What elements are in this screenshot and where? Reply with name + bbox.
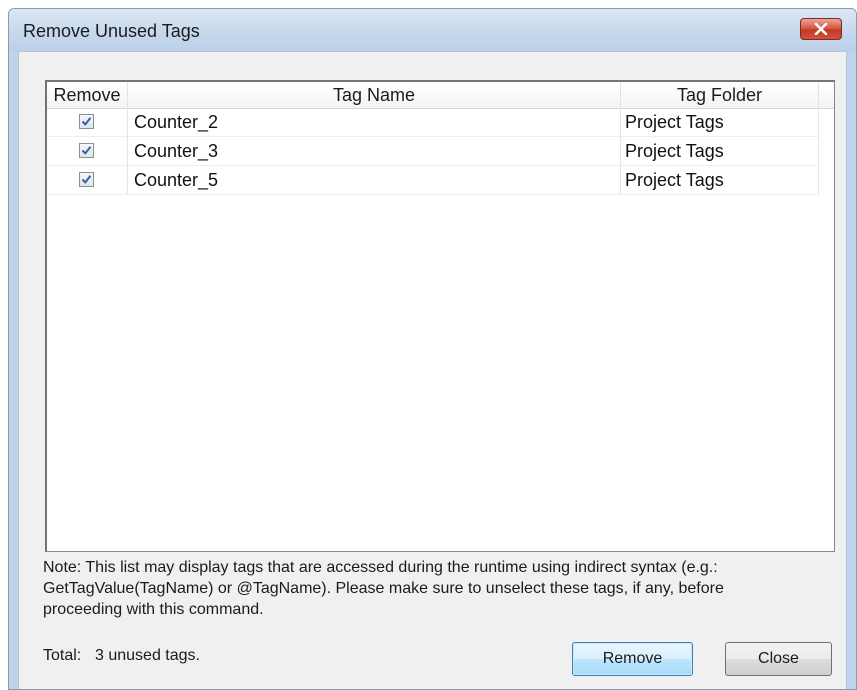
note-text: Note: This list may display tags that ar… [43, 557, 833, 620]
remove-cell [47, 108, 128, 137]
list-header: Remove Tag Name Tag Folder [47, 82, 834, 109]
total-value: 3 unused tags. [95, 647, 200, 664]
tag-folder-cell: Project Tags [621, 166, 819, 195]
table-row[interactable]: Counter_3 Project Tags [47, 137, 819, 166]
remove-button[interactable]: Remove [572, 642, 693, 676]
tag-name-cell: Counter_5 [128, 166, 621, 195]
remove-checkbox[interactable] [79, 114, 94, 129]
tag-folder-cell: Project Tags [621, 137, 819, 166]
note-line: proceeding with this command. [43, 601, 264, 618]
column-header-tag-folder[interactable]: Tag Folder [621, 82, 819, 108]
checkmark-icon [81, 146, 92, 155]
table-row[interactable]: Counter_2 Project Tags [47, 108, 819, 137]
total-label: Total: [43, 647, 82, 664]
unused-tags-list[interactable]: Remove Tag Name Tag Folder Counter_2 Pro… [45, 80, 835, 552]
table-row[interactable]: Counter_5 Project Tags [47, 166, 819, 195]
column-header-tag-name[interactable]: Tag Name [128, 82, 621, 108]
checkmark-icon [81, 175, 92, 184]
tag-folder-cell: Project Tags [621, 108, 819, 137]
close-button[interactable]: Close [725, 642, 832, 676]
dialog-body: Remove Tag Name Tag Folder Counter_2 Pro… [18, 51, 847, 689]
remove-cell [47, 166, 128, 195]
window-title: Remove Unused Tags [23, 21, 200, 41]
checkmark-icon [81, 117, 92, 126]
note-line: Note: This list may display tags that ar… [43, 559, 718, 576]
tag-name-cell: Counter_2 [128, 108, 621, 137]
tag-name-cell: Counter_3 [128, 137, 621, 166]
remove-checkbox[interactable] [79, 172, 94, 187]
title-bar[interactable]: Remove Unused Tags [9, 9, 856, 51]
window-close-button[interactable] [800, 18, 842, 40]
remove-checkbox[interactable] [79, 143, 94, 158]
remove-cell [47, 137, 128, 166]
column-header-remove[interactable]: Remove [47, 82, 128, 108]
dialog-window: Remove Unused Tags Remove Tag Name Tag F… [8, 8, 857, 690]
close-icon [814, 23, 828, 35]
note-line: GetTagValue(TagName) or @TagName). Pleas… [43, 580, 724, 597]
